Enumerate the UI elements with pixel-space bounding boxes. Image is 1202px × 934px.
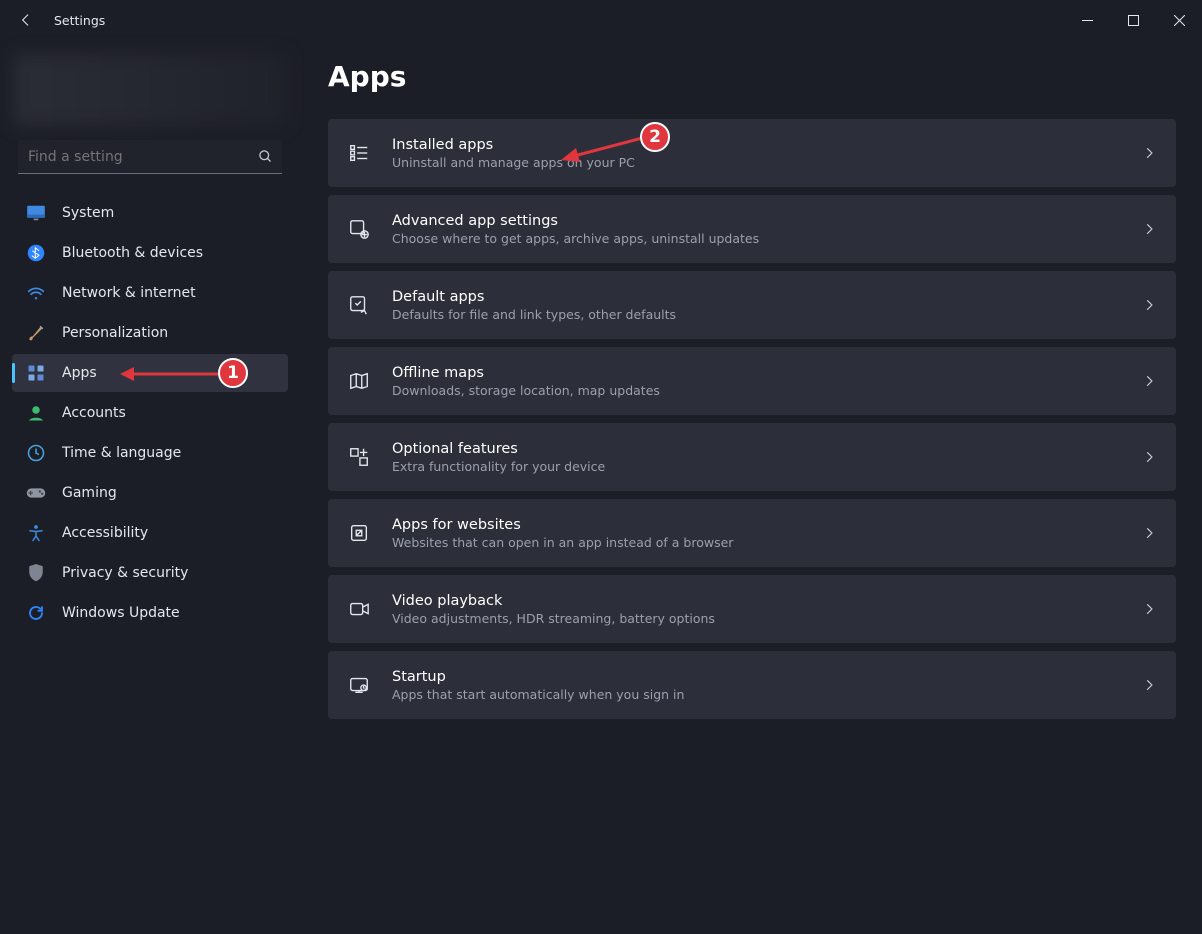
- sidebar-item-label: Gaming: [62, 485, 117, 501]
- sidebar-item-personalization[interactable]: Personalization: [12, 314, 288, 352]
- apps-icon: [26, 363, 46, 383]
- apps-websites-icon: [348, 522, 370, 544]
- startup-icon: [348, 674, 370, 696]
- sidebar-item-label: Time & language: [62, 445, 181, 461]
- nav: System Bluetooth & devices Network & int…: [6, 194, 294, 632]
- bluetooth-icon: [26, 243, 46, 263]
- default-apps-icon: [348, 294, 370, 316]
- card-subtitle: Extra functionality for your device: [392, 459, 1120, 474]
- card-subtitle: Websites that can open in an app instead…: [392, 535, 1120, 550]
- system-icon: [26, 203, 46, 223]
- sidebar-item-label: Accessibility: [62, 525, 148, 541]
- optional-features-icon: [348, 446, 370, 468]
- card-subtitle: Downloads, storage location, map updates: [392, 383, 1120, 398]
- sidebar-item-label: Windows Update: [62, 605, 180, 621]
- card-subtitle: Video adjustments, HDR streaming, batter…: [392, 611, 1120, 626]
- gamepad-icon: [26, 483, 46, 503]
- sidebar-item-label: Network & internet: [62, 285, 196, 301]
- card-startup[interactable]: Startup Apps that start automatically wh…: [328, 651, 1176, 719]
- annotation-arrow-2: [560, 132, 650, 164]
- search-box[interactable]: [18, 140, 282, 174]
- update-icon: [26, 603, 46, 623]
- card-title: Offline maps: [392, 365, 1120, 381]
- back-button[interactable]: [18, 12, 34, 28]
- minimize-button[interactable]: [1064, 3, 1110, 37]
- card-title: Video playback: [392, 593, 1120, 609]
- sidebar-item-label: System: [62, 205, 114, 221]
- sidebar-item-label: Apps: [62, 365, 97, 381]
- installed-apps-icon: [348, 142, 370, 164]
- card-subtitle: Choose where to get apps, archive apps, …: [392, 231, 1120, 246]
- chevron-right-icon: [1142, 602, 1156, 616]
- advanced-apps-icon: [348, 218, 370, 240]
- sidebar-item-gaming[interactable]: Gaming: [12, 474, 288, 512]
- close-button[interactable]: [1156, 3, 1202, 37]
- sidebar-item-label: Accounts: [62, 405, 126, 421]
- map-icon: [348, 370, 370, 392]
- sidebar-item-accessibility[interactable]: Accessibility: [12, 514, 288, 552]
- video-icon: [348, 598, 370, 620]
- paintbrush-icon: [26, 323, 46, 343]
- card-installed-apps[interactable]: Installed apps Uninstall and manage apps…: [328, 119, 1176, 187]
- card-title: Default apps: [392, 289, 1120, 305]
- shield-icon: [26, 563, 46, 583]
- sidebar-item-label: Bluetooth & devices: [62, 245, 203, 261]
- card-apps-for-websites[interactable]: Apps for websites Websites that can open…: [328, 499, 1176, 567]
- search-input[interactable]: [18, 149, 248, 165]
- chevron-right-icon: [1142, 526, 1156, 540]
- chevron-right-icon: [1142, 298, 1156, 312]
- accessibility-icon: [26, 523, 46, 543]
- card-subtitle: Apps that start automatically when you s…: [392, 687, 1120, 702]
- search-icon: [248, 149, 282, 164]
- sidebar-item-bluetooth[interactable]: Bluetooth & devices: [12, 234, 288, 272]
- person-icon: [26, 403, 46, 423]
- chevron-right-icon: [1142, 374, 1156, 388]
- titlebar: Settings: [0, 0, 1202, 40]
- sidebar-item-privacy-security[interactable]: Privacy & security: [12, 554, 288, 592]
- card-default-apps[interactable]: Default apps Defaults for file and link …: [328, 271, 1176, 339]
- sidebar-item-network[interactable]: Network & internet: [12, 274, 288, 312]
- main-content: Apps Installed apps Uninstall and manage…: [300, 40, 1202, 934]
- sidebar-item-time-language[interactable]: Time & language: [12, 434, 288, 472]
- annotation-badge-1: 1: [218, 358, 248, 388]
- card-optional-features[interactable]: Optional features Extra functionality fo…: [328, 423, 1176, 491]
- card-title: Optional features: [392, 441, 1120, 457]
- clock-globe-icon: [26, 443, 46, 463]
- chevron-right-icon: [1142, 678, 1156, 692]
- card-title: Startup: [392, 669, 1120, 685]
- maximize-button[interactable]: [1110, 3, 1156, 37]
- chevron-right-icon: [1142, 146, 1156, 160]
- window-title: Settings: [54, 13, 105, 28]
- page-title: Apps: [328, 60, 1176, 93]
- settings-card-list: Installed apps Uninstall and manage apps…: [328, 119, 1176, 723]
- window-controls: [1064, 3, 1202, 37]
- card-title: Apps for websites: [392, 517, 1120, 533]
- sidebar-item-accounts[interactable]: Accounts: [12, 394, 288, 432]
- card-offline-maps[interactable]: Offline maps Downloads, storage location…: [328, 347, 1176, 415]
- sidebar-item-windows-update[interactable]: Windows Update: [12, 594, 288, 632]
- card-subtitle: Defaults for file and link types, other …: [392, 307, 1120, 322]
- card-title: Advanced app settings: [392, 213, 1120, 229]
- sidebar-item-label: Personalization: [62, 325, 168, 341]
- sidebar-item-label: Privacy & security: [62, 565, 188, 581]
- sidebar-item-system[interactable]: System: [12, 194, 288, 232]
- card-subtitle: Uninstall and manage apps on your PC: [392, 155, 1120, 170]
- chevron-right-icon: [1142, 450, 1156, 464]
- wifi-icon: [26, 283, 46, 303]
- card-advanced-app-settings[interactable]: Advanced app settings Choose where to ge…: [328, 195, 1176, 263]
- sidebar: System Bluetooth & devices Network & int…: [0, 40, 300, 934]
- card-video-playback[interactable]: Video playback Video adjustments, HDR st…: [328, 575, 1176, 643]
- annotation-arrow-1: [120, 363, 220, 385]
- card-title: Installed apps: [392, 137, 1120, 153]
- chevron-right-icon: [1142, 222, 1156, 236]
- annotation-badge-2: 2: [640, 122, 670, 152]
- user-profile[interactable]: [14, 54, 286, 126]
